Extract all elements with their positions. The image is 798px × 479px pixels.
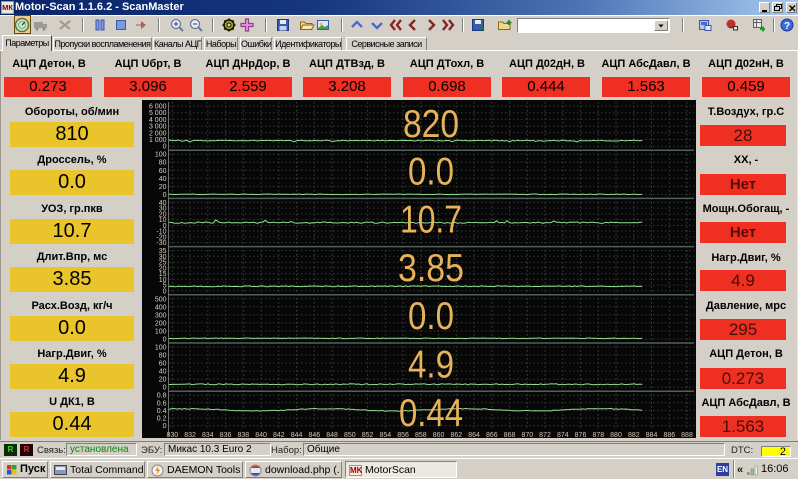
svg-text:?: ? [784,21,790,32]
svg-text:850: 850 [344,432,356,438]
svg-text:0.2: 0.2 [157,416,167,423]
svg-text:882: 882 [628,432,640,438]
svg-text:0.4: 0.4 [157,408,167,415]
svg-text:20: 20 [159,377,167,384]
svg-text:844: 844 [291,432,303,438]
svg-text:864: 864 [468,432,480,438]
svg-text:20: 20 [159,184,167,191]
svg-text:10.7: 10.7 [400,199,462,242]
svg-text:820: 820 [403,103,459,146]
svg-text:0.0: 0.0 [408,295,454,338]
svg-text:874: 874 [557,432,569,438]
svg-text:888: 888 [681,432,693,438]
svg-text:300: 300 [155,312,167,319]
svg-text:0.8: 0.8 [157,393,167,400]
svg-text:400: 400 [155,304,167,311]
svg-text:886: 886 [663,432,675,438]
svg-text:0: 0 [163,337,167,344]
svg-text:3.85: 3.85 [398,247,464,290]
svg-text:834: 834 [202,432,214,438]
svg-text:870: 870 [521,432,533,438]
svg-text:40: 40 [159,369,167,376]
svg-text:880: 880 [610,432,622,438]
svg-text:0.44: 0.44 [399,392,463,435]
svg-text:872: 872 [539,432,551,438]
svg-text:848: 848 [326,432,338,438]
svg-text:80: 80 [159,160,167,167]
svg-text:0.0: 0.0 [408,150,454,193]
svg-text:840: 840 [255,432,267,438]
svg-text:884: 884 [646,432,658,438]
svg-text:60: 60 [159,168,167,175]
svg-text:832: 832 [184,432,196,438]
svg-text:60: 60 [159,361,167,368]
svg-text:838: 838 [237,432,249,438]
svg-text:100: 100 [155,329,167,336]
svg-text:876: 876 [575,432,587,438]
svg-text:830: 830 [166,432,178,438]
svg-text:852: 852 [362,432,374,438]
svg-text:0: 0 [163,288,167,295]
svg-text:4.9: 4.9 [408,344,454,387]
svg-text:0: 0 [163,385,167,392]
svg-text:868: 868 [504,432,516,438]
svg-text:0: 0 [163,423,167,430]
svg-text:0: 0 [163,192,167,199]
svg-text:100: 100 [155,345,167,352]
svg-text:0.6: 0.6 [157,400,167,407]
svg-text:842: 842 [273,432,285,438]
svg-text:-30: -30 [156,240,166,247]
svg-text:836: 836 [220,432,232,438]
svg-text:200: 200 [155,320,167,327]
svg-text:0: 0 [163,144,167,151]
svg-text:100: 100 [155,152,167,159]
svg-text:40: 40 [159,176,167,183]
svg-text:500: 500 [155,296,167,303]
svg-text:878: 878 [592,432,604,438]
svg-text:846: 846 [308,432,320,438]
svg-text:854: 854 [379,432,391,438]
svg-text:866: 866 [486,432,498,438]
svg-text:80: 80 [159,353,167,360]
